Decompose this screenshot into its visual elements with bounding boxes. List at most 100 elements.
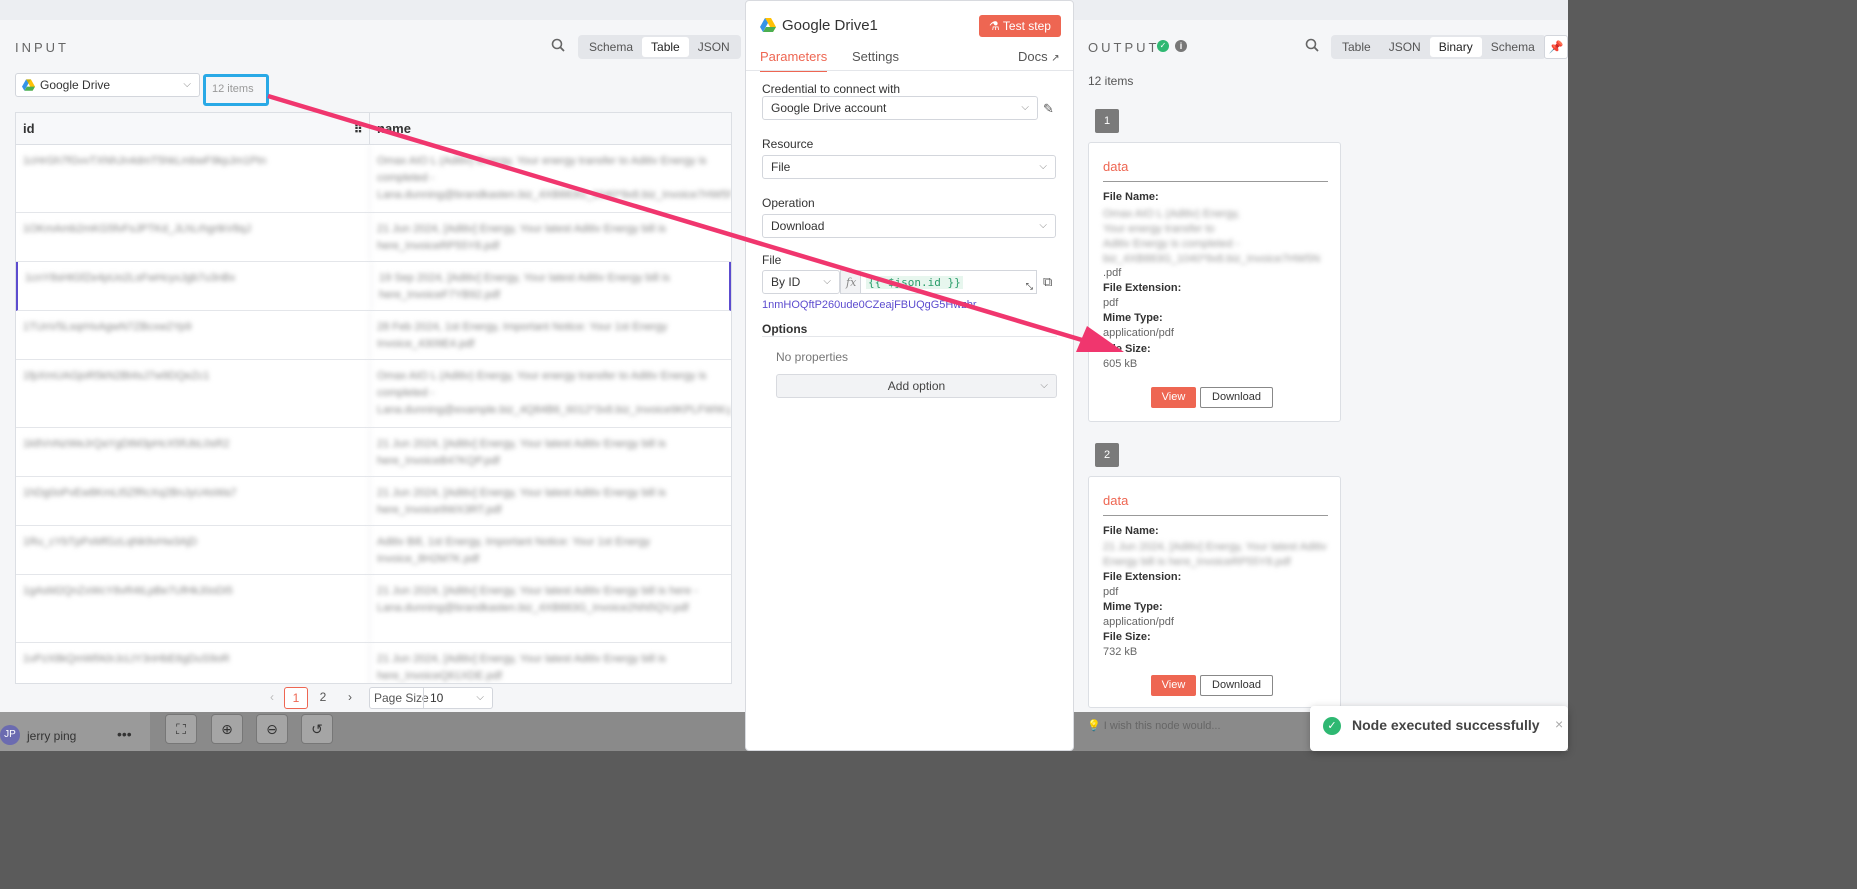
avatar[interactable]: JP	[0, 725, 20, 745]
expand-expression-icon[interactable]: ⤡	[1026, 281, 1033, 292]
input-items-count: 12 items	[203, 74, 269, 106]
zoom-in-icon[interactable]: ⊕	[211, 714, 243, 744]
chevron-down-icon: ⌵	[183, 79, 191, 90]
page-size-label: Page Size	[374, 691, 429, 705]
add-option-button[interactable]: Add option ⌵	[776, 374, 1057, 398]
drag-handle-icon[interactable]: ⠿	[354, 113, 363, 145]
file-id-expression-input[interactable]: {{ $json.id }} ⤡	[861, 270, 1037, 294]
cell-name: Omax AIO L (Aditiv) Energy, Your energy …	[377, 370, 731, 416]
output-title: OUTPUT	[1088, 40, 1160, 55]
cell-name: Omax AIO L (Aditiv) Energy, Your energy …	[377, 155, 731, 201]
mime-type-value: application/pdf	[1103, 327, 1174, 339]
next-page-icon[interactable]: ›	[338, 687, 362, 709]
column-header-name[interactable]: name	[370, 113, 731, 144]
cell-id: 1fpXmUAGjoR5kN2Bt4sJ7w9DQeZc1	[16, 360, 370, 427]
table-row[interactable]: 1cnY8sHtGfZe4pUo2LsFwHcyxJgb7u3nBx 19 Sep…	[16, 262, 731, 311]
download-button[interactable]: Download	[1200, 387, 1273, 408]
output-view-table[interactable]: Table	[1333, 37, 1380, 57]
cell-id: 1k8VnNzWeJrQaYgDtM3pHcX5fUbL0sR2	[16, 428, 370, 476]
column-header-id[interactable]: id ⠿	[16, 113, 370, 144]
output-view-json[interactable]: JSON	[1380, 37, 1430, 57]
test-step-button[interactable]: ⚗ Test step	[979, 15, 1061, 37]
cell-id: 1vPzX8kQmWfA0rJcLtY3nHbE6gDuS9oR	[16, 643, 370, 683]
file-extension-label: File Extension:	[1103, 571, 1182, 583]
search-icon[interactable]	[1305, 38, 1319, 55]
google-drive-icon	[22, 79, 35, 91]
table-row[interactable]: 1fpXmUAGjoR5kN2Bt4sJ7w9DQeZc1 Omax AIO L …	[16, 360, 731, 428]
file-extension-value: pdf	[1103, 297, 1119, 309]
operation-label: Operation	[762, 196, 815, 210]
table-body: 1cHrGh7fGvvTXNhJn4dmT5hkLmbwF9kpJm1Ptn Om…	[16, 145, 731, 683]
file-name-value: Omax AIO L (Aditiv) Energy, Your energy …	[1103, 208, 1321, 265]
file-label: File	[762, 253, 782, 267]
view-button[interactable]: View	[1151, 387, 1196, 408]
table-row[interactable]: 1cHrGh7fGvvTXNhJn4dmT5hkLmbwF9kpJm1Ptn Om…	[16, 145, 731, 213]
view-button[interactable]: View	[1151, 675, 1196, 696]
input-source-select[interactable]: Google Drive ⌵	[15, 73, 200, 97]
lightbulb-icon: 💡	[1087, 720, 1104, 732]
docs-link[interactable]: Docs ↗	[1018, 49, 1060, 70]
open-external-icon[interactable]: ⧉	[1043, 274, 1052, 290]
cell-name: 21 Jun 2024, [Aditiv] Energy, Your lates…	[377, 487, 667, 516]
input-source-label: Google Drive	[40, 78, 111, 92]
cell-name: 28 Feb 2024, 1st Energy, Important Notic…	[377, 321, 668, 350]
user-menu-icon[interactable]: •••	[117, 726, 132, 742]
search-icon[interactable]	[551, 38, 565, 55]
cell-id: 1cnY8sHtGfZe4pUo2LsFwHcyxJgb7u3nBx	[18, 262, 372, 310]
close-icon[interactable]: ×	[1555, 716, 1563, 732]
tab-settings[interactable]: Settings	[852, 49, 899, 70]
cell-id: 1cHrGh7fGvvTXNhJn4dmT5hkLmbwF9kpJm1Ptn	[16, 145, 370, 212]
info-icon[interactable]: i	[1175, 40, 1187, 52]
feedback-link[interactable]: 💡 I wish this node would...	[1087, 719, 1221, 732]
reset-zoom-icon[interactable]: ↺	[301, 714, 333, 744]
fit-view-icon[interactable]: ⛶	[165, 714, 197, 744]
success-check-icon: ✓	[1157, 40, 1169, 52]
edit-credential-icon[interactable]: ✎	[1043, 101, 1054, 117]
fx-icon: fx	[846, 276, 857, 289]
cell-name: 21 Jun 2024, [Aditiv] Energy, Your lates…	[377, 223, 667, 252]
mime-type-value: application/pdf	[1103, 616, 1174, 628]
cell-name: 19 Sep 2024, [Aditiv] Energy, Your lates…	[379, 272, 670, 301]
page-2[interactable]: 2	[311, 687, 335, 709]
table-row[interactable]: 1OKmAmb2mKG5fvFsJPTKd_JLhLrhgrtkV8qJ 21 J…	[16, 213, 731, 262]
table-row[interactable]: 1TUnV5LsqrHxAgwN7ZBcxw2Yp9 28 Feb 2024, 1…	[16, 311, 731, 360]
table-row[interactable]: 1Ru_cYbTpPxMfGzLqNk9vHw3AjD Aditiv Bill, …	[16, 526, 731, 575]
input-table: id ⠿ name 1cHrGh7fGvvTXNhJn4dmT5hkLmbwF9…	[15, 112, 732, 684]
zoom-out-icon[interactable]: ⊖	[256, 714, 288, 744]
cell-id: 1TUnV5LsqrHxAgwN7ZBcxw2Yp9	[16, 311, 370, 359]
resource-select[interactable]: File ⌵	[762, 155, 1056, 179]
expression-toggle[interactable]: fx	[840, 270, 861, 294]
output-view-schema[interactable]: Schema	[1482, 37, 1544, 57]
binary-data-card: data File Name: 21 Jun 2024, [Aditiv] En…	[1088, 476, 1341, 708]
table-row[interactable]: 1k8VnNzWeJrQaYgDtM3pHcX5fUbL0sR2 21 Jun 2…	[16, 428, 731, 477]
google-drive-icon	[760, 18, 776, 32]
page-size-select[interactable]: Page Size 10 ⌵	[369, 687, 493, 709]
table-row[interactable]: 1hDg0oPvEw8KmLt5ZfRcXq2BnJyU4sWa7 21 Jun …	[16, 477, 731, 526]
input-view-table[interactable]: Table	[642, 37, 689, 57]
credential-select[interactable]: Google Drive account ⌵	[762, 96, 1038, 120]
cell-id: 1Ru_cYbTpPxMfGzLqNk9vHw3AjD	[16, 526, 370, 574]
file-extension-label: File Extension:	[1103, 282, 1182, 294]
table-row[interactable]: 1vPzX8kQmWfA0rJcLtY3nHbE6gDuS9oR 21 Jun 2…	[16, 643, 731, 683]
tab-parameters[interactable]: Parameters	[760, 49, 828, 72]
no-properties-text: No properties	[776, 350, 849, 364]
file-mode-select[interactable]: By ID ⌵	[762, 270, 840, 294]
node-title[interactable]: Google Drive1	[782, 17, 878, 34]
file-size-label: File Size:	[1103, 343, 1151, 355]
user-name: jerry ping	[27, 729, 77, 743]
input-view-schema[interactable]: Schema	[580, 37, 642, 57]
prev-page-icon[interactable]: ‹	[260, 687, 284, 709]
download-button[interactable]: Download	[1200, 675, 1273, 696]
expression-value: {{ $json.id }}	[866, 276, 963, 289]
pin-icon[interactable]: 📌	[1544, 35, 1568, 59]
credential-label: Credential to connect with	[762, 82, 901, 96]
binary-key: data	[1103, 493, 1129, 508]
toast-message: Node executed successfully	[1352, 717, 1540, 733]
output-view-binary[interactable]: Binary	[1429, 37, 1482, 57]
input-view-json[interactable]: JSON	[689, 37, 739, 57]
page-1[interactable]: 1	[284, 687, 308, 709]
table-row[interactable]: 1gAsM2QnZxWcY8vR4tLpBe7UfHkJ0oDi5 21 Jun …	[16, 575, 731, 643]
chevron-down-icon: ⌵	[1021, 102, 1029, 113]
input-title: INPUT	[15, 40, 69, 55]
operation-select[interactable]: Download ⌵	[762, 214, 1056, 238]
